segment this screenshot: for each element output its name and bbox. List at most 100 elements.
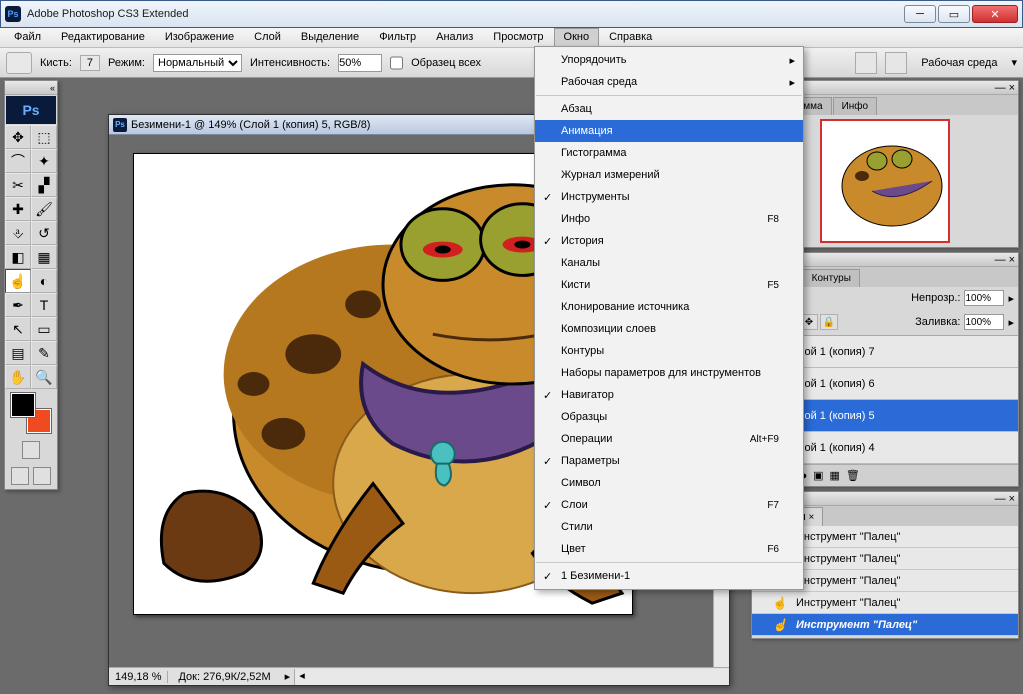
folder-icon[interactable]: ▣ bbox=[813, 469, 823, 482]
notes-tool[interactable]: ▤ bbox=[5, 341, 31, 365]
pen-tool[interactable]: ✒ bbox=[5, 293, 31, 317]
menu-item[interactable]: ✓Инструменты bbox=[535, 186, 803, 208]
foreground-color[interactable] bbox=[11, 393, 35, 417]
opacity-input[interactable] bbox=[964, 290, 1004, 306]
panel-close-icon[interactable]: × bbox=[1009, 82, 1015, 94]
history-row[interactable]: ☝Инструмент "Палец" bbox=[752, 592, 1018, 614]
path-tool[interactable]: ↖ bbox=[5, 317, 31, 341]
menu-item[interactable]: Каналы bbox=[535, 252, 803, 274]
smudge-tool[interactable]: ☝ bbox=[5, 269, 31, 293]
zoom-level[interactable]: 149,18 % bbox=[109, 671, 168, 683]
panel-minimize-icon[interactable]: — bbox=[995, 493, 1006, 505]
menu-item[interactable]: Упорядочить▸ bbox=[535, 49, 803, 71]
menu-item[interactable]: Композиции слоев bbox=[535, 318, 803, 340]
color-swatches[interactable] bbox=[11, 393, 51, 433]
panel-minimize-icon[interactable]: — bbox=[995, 82, 1006, 94]
menu-item[interactable]: Гистограмма bbox=[535, 142, 803, 164]
toolbox-header[interactable]: « bbox=[5, 81, 57, 95]
history-brush-tool[interactable]: ↺ bbox=[31, 221, 57, 245]
menu-фильтр[interactable]: Фильтр bbox=[369, 28, 426, 47]
wand-tool[interactable]: ✦ bbox=[31, 149, 57, 173]
tab-info[interactable]: Инфо bbox=[833, 97, 878, 115]
doc-info[interactable]: Док: 276,9К/2,52М bbox=[168, 671, 280, 683]
menu-item[interactable]: Рабочая среда▸ bbox=[535, 71, 803, 93]
lasso-tool[interactable]: ⌒ bbox=[5, 149, 31, 173]
new-layer-icon[interactable]: ▦ bbox=[830, 469, 840, 482]
mode-select[interactable]: Нормальный bbox=[153, 54, 242, 72]
menu-выделение[interactable]: Выделение bbox=[291, 28, 369, 47]
nav-thumbnail[interactable] bbox=[820, 119, 950, 243]
heal-tool[interactable]: ✚ bbox=[5, 197, 31, 221]
bridge-icon[interactable] bbox=[855, 52, 877, 74]
menu-слой[interactable]: Слой bbox=[244, 28, 291, 47]
intensity-input[interactable] bbox=[338, 54, 382, 72]
menu-анализ[interactable]: Анализ bbox=[426, 28, 483, 47]
opacity-arrow-icon[interactable]: ▸ bbox=[1008, 292, 1014, 305]
panel-close-icon[interactable]: × bbox=[1009, 493, 1015, 505]
menu-item[interactable]: Анимация bbox=[535, 120, 803, 142]
marquee-tool[interactable]: ⬚ bbox=[31, 125, 57, 149]
menu-item[interactable]: КистиF5 bbox=[535, 274, 803, 296]
shape-tool[interactable]: ▭ bbox=[31, 317, 57, 341]
menu-справка[interactable]: Справка bbox=[599, 28, 662, 47]
menu-редактирование[interactable]: Редактирование bbox=[51, 28, 155, 47]
tool-preset-icon[interactable] bbox=[6, 52, 32, 74]
menu-item[interactable]: Клонирование источника bbox=[535, 296, 803, 318]
workspace-label[interactable]: Рабочая среда bbox=[915, 57, 1003, 69]
minimize-button[interactable]: ─ bbox=[904, 5, 936, 23]
menu-item[interactable]: ✓СлоиF7 bbox=[535, 494, 803, 516]
menu-файл[interactable]: Файл bbox=[4, 28, 51, 47]
workspace-icon[interactable] bbox=[885, 52, 907, 74]
menu-item[interactable]: ОперацииAlt+F9 bbox=[535, 428, 803, 450]
gradient-tool[interactable]: ▦ bbox=[31, 245, 57, 269]
type-tool[interactable]: T bbox=[31, 293, 57, 317]
fill-arrow-icon[interactable]: ▸ bbox=[1008, 316, 1014, 329]
opacity-label: Непрозр.: bbox=[911, 292, 960, 304]
menu-окно[interactable]: Окно bbox=[554, 28, 600, 47]
menu-item[interactable]: ИнфоF8 bbox=[535, 208, 803, 230]
horizontal-scrollbar[interactable]: ◂ bbox=[294, 669, 729, 685]
lock-all-icon[interactable]: 🔒 bbox=[820, 314, 838, 330]
window-menu-dropdown: Упорядочить▸Рабочая среда▸ АбзацАнимацияГ… bbox=[534, 46, 804, 590]
menu-просмотр[interactable]: Просмотр bbox=[483, 28, 553, 47]
close-button[interactable]: ✕ bbox=[972, 5, 1018, 23]
slice-tool[interactable]: ▞ bbox=[31, 173, 57, 197]
trash-icon[interactable]: 🗑 bbox=[846, 469, 860, 482]
panel-close-icon[interactable]: × bbox=[1009, 254, 1015, 266]
maximize-button[interactable]: ▭ bbox=[938, 5, 970, 23]
panel-minimize-icon[interactable]: — bbox=[995, 254, 1006, 266]
standard-mode-icon[interactable] bbox=[22, 441, 40, 459]
menu-item[interactable]: Контуры bbox=[535, 340, 803, 362]
eyedropper-tool[interactable]: ✎ bbox=[31, 341, 57, 365]
dodge-tool[interactable]: ◐ bbox=[31, 269, 57, 293]
hand-tool[interactable]: ✋ bbox=[5, 365, 31, 389]
menu-item[interactable]: Стили bbox=[535, 516, 803, 538]
menu-изображение[interactable]: Изображение bbox=[155, 28, 244, 47]
menu-item[interactable]: Журнал измерений bbox=[535, 164, 803, 186]
brush-tool[interactable]: 🖌 bbox=[31, 197, 57, 221]
brush-size[interactable]: 7 bbox=[80, 55, 100, 71]
move-tool[interactable]: ✥ bbox=[5, 125, 31, 149]
menu-item[interactable]: Символ bbox=[535, 472, 803, 494]
sample-all-checkbox[interactable] bbox=[390, 54, 403, 72]
screen-mode2-icon[interactable] bbox=[33, 467, 51, 485]
menu-item[interactable]: ✓Навигатор bbox=[535, 384, 803, 406]
menu-item[interactable]: ЦветF6 bbox=[535, 538, 803, 560]
ps-logo: Ps bbox=[6, 96, 56, 124]
menu-item[interactable]: Наборы параметров для инструментов bbox=[535, 362, 803, 384]
history-row[interactable]: ☝Инструмент "Палец" bbox=[752, 614, 1018, 636]
crop-tool[interactable]: ✂ bbox=[5, 173, 31, 197]
menu-item[interactable]: ✓1 Безимени-1 bbox=[535, 565, 803, 587]
stamp-tool[interactable]: ⎀ bbox=[5, 221, 31, 245]
menu-item[interactable]: ✓История bbox=[535, 230, 803, 252]
tab-paths[interactable]: Контуры bbox=[803, 269, 860, 287]
zoom-tool[interactable]: 🔍 bbox=[31, 365, 57, 389]
eraser-tool[interactable]: ◧ bbox=[5, 245, 31, 269]
fill-input[interactable] bbox=[964, 314, 1004, 330]
menu-item[interactable]: ✓Параметры bbox=[535, 450, 803, 472]
menu-bar: ФайлРедактированиеИзображениеСлойВыделен… bbox=[0, 28, 1023, 48]
menu-item[interactable]: Образцы bbox=[535, 406, 803, 428]
menu-item[interactable]: Абзац bbox=[535, 98, 803, 120]
info-arrow-icon[interactable]: ▸ bbox=[281, 670, 295, 683]
screen-mode-icon[interactable] bbox=[11, 467, 29, 485]
